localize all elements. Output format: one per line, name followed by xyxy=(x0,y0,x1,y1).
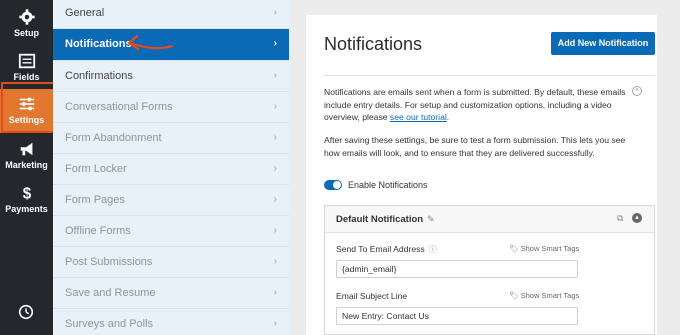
rail-label-fields: Fields xyxy=(13,72,40,82)
rail-label-marketing: Marketing xyxy=(5,160,48,170)
tutorial-link[interactable]: see our tutorial xyxy=(390,112,447,122)
copy-icon[interactable]: ⧉ xyxy=(617,213,623,224)
pencil-icon[interactable]: ✎ xyxy=(427,214,435,225)
chevron-right-icon: › xyxy=(273,163,277,174)
rail-item-setup[interactable]: Setup xyxy=(0,2,53,46)
notification-title: Default Notification xyxy=(336,214,424,225)
submenu-item-surveys-and-polls[interactable]: Surveys and Polls › xyxy=(53,309,289,335)
svg-text:$: $ xyxy=(22,185,31,202)
chevron-right-icon: › xyxy=(273,7,277,18)
submenu-item-form-abandonment[interactable]: Form Abandonment › xyxy=(53,123,289,154)
submenu-item-form-pages[interactable]: Form Pages › xyxy=(53,185,289,216)
gear-icon xyxy=(18,9,35,25)
chevron-up-icon[interactable]: ▴ xyxy=(632,213,642,223)
chevron-right-icon: › xyxy=(273,101,277,112)
enable-notifications-toggle[interactable] xyxy=(324,180,342,190)
email-subject-input[interactable]: New Entry: Contact Us xyxy=(336,307,578,325)
divider xyxy=(324,75,655,76)
annotation-arrow-icon xyxy=(127,34,174,51)
intro-text: Notifications are emails sent when a for… xyxy=(324,87,626,122)
megaphone-icon xyxy=(20,142,32,156)
dismiss-icon[interactable]: × xyxy=(632,86,642,96)
icon-rail: Setup Fields Settings Marketing $ Paymen… xyxy=(0,0,53,335)
history-icon[interactable] xyxy=(17,303,35,321)
rail-item-payments[interactable]: $ Payments xyxy=(0,178,53,222)
submenu-item-general[interactable]: General › xyxy=(53,0,289,29)
delivered-successfully-link[interactable]: are delivered successfully xyxy=(495,148,593,158)
submenu-item-offline-forms[interactable]: Offline Forms › xyxy=(53,216,289,247)
rail-label-setup: Setup xyxy=(13,28,39,38)
chevron-right-icon: › xyxy=(273,194,277,205)
chevron-right-icon: › xyxy=(273,70,277,81)
default-notification-panel: Default Notification ✎ ⧉ ▴ Send To Email… xyxy=(324,205,655,335)
toggle-knob xyxy=(333,181,341,189)
submenu-item-post-submissions[interactable]: Post Submissions › xyxy=(53,247,289,278)
notifications-card: Notifications Add New Notification Notif… xyxy=(306,15,657,335)
chevron-right-icon: › xyxy=(273,287,277,298)
submenu-item-save-and-resume[interactable]: Save and Resume › xyxy=(53,278,289,309)
chevron-right-icon: › xyxy=(273,132,277,143)
chevron-right-icon: › xyxy=(273,225,277,236)
subject-label: Email Subject Line xyxy=(336,291,408,301)
dollar-icon: $ xyxy=(22,185,31,202)
tag-icon: 🏷 xyxy=(509,244,519,253)
after-saving-text: After saving these settings, be sure to … xyxy=(324,135,626,158)
submenu-item-conversational-forms[interactable]: Conversational Forms › xyxy=(53,92,289,123)
rail-item-marketing[interactable]: Marketing xyxy=(0,134,53,178)
send-to-email-input[interactable]: {admin_email} xyxy=(336,260,578,278)
submenu-item-confirmations[interactable]: Confirmations › xyxy=(53,61,289,92)
main-panel: Notifications Add New Notification Notif… xyxy=(289,0,680,335)
chevron-right-icon: › xyxy=(273,256,277,267)
send-to-label: Send To Email Address ⓘ xyxy=(336,244,437,254)
page-title: Notifications xyxy=(324,34,423,54)
notification-header[interactable]: Default Notification ✎ ⧉ ▴ xyxy=(325,206,654,233)
chevron-right-icon: › xyxy=(273,318,277,329)
chevron-right-icon: › xyxy=(273,38,277,49)
fields-icon xyxy=(18,53,35,69)
submenu-item-form-locker[interactable]: Form Locker › xyxy=(53,154,289,185)
rail-label-payments: Payments xyxy=(5,204,48,214)
help-icon[interactable]: ⓘ xyxy=(429,245,437,254)
test-submission-link[interactable]: test a form submission xyxy=(470,135,556,145)
add-new-notification-button[interactable]: Add New Notification xyxy=(551,32,655,55)
tag-icon: 🏷 xyxy=(509,291,519,300)
show-smart-tags-link[interactable]: 🏷 Show Smart Tags xyxy=(509,291,579,300)
enable-notifications-label: Enable Notifications xyxy=(348,180,428,190)
show-smart-tags-link[interactable]: 🏷 Show Smart Tags xyxy=(509,244,579,253)
